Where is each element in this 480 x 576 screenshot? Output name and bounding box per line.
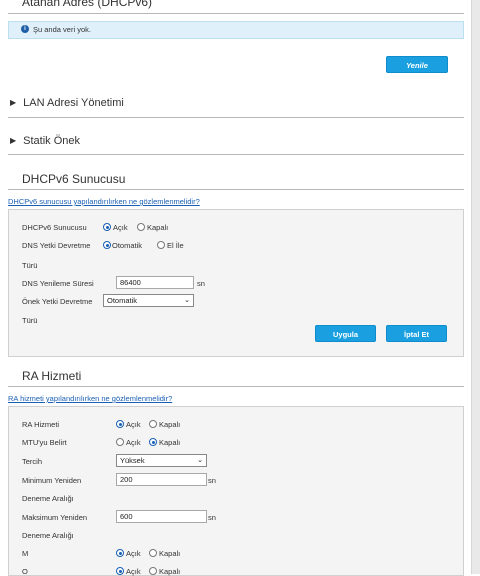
unit-label: sn [208, 476, 216, 485]
max-retry-input[interactable]: 600 [116, 510, 207, 523]
dns-type-label: Türü [22, 261, 38, 270]
radio-label: Kapalı [159, 420, 181, 429]
radio-label: Açık [126, 567, 141, 576]
dhcpv6-server-title: DHCPv6 Sunucusu [22, 172, 126, 186]
expand-arrow-icon: ▶ [10, 98, 17, 107]
mtu-label: MTU'yu Belirt [22, 438, 67, 447]
max-retry-label: Maksimum Yeniden [22, 513, 88, 522]
radio-label: Kapalı [159, 549, 181, 558]
page-scrollbar[interactable] [471, 0, 480, 574]
dns-delegation-label: DNS Yetki Devretme [22, 241, 91, 250]
radio-label: Kapalı [159, 567, 181, 576]
m-flag-label: M [22, 549, 29, 558]
max-retry-label-2: Deneme Aralığı [22, 531, 74, 540]
unit-label: sn [197, 279, 205, 288]
expand-arrow-icon: ▶ [10, 136, 17, 145]
no-data-info-box: i Şu anda veri yok. [8, 21, 464, 39]
refresh-button[interactable]: Yenile [386, 56, 448, 73]
static-prefix-toggle[interactable]: ▶ Statik Önek [10, 135, 80, 147]
preference-select[interactable]: Yüksek ⌄ [116, 454, 207, 467]
dhcpv6-help-link[interactable]: DHCPv6 sunucusu yapılandırılırken ne göz… [8, 197, 200, 206]
min-retry-label: Minimum Yeniden [22, 476, 82, 485]
divider [8, 13, 464, 14]
info-icon: i [21, 25, 29, 34]
radio-label: Otomatik [112, 241, 143, 250]
ra-service-off-radio[interactable] [149, 420, 157, 428]
o-flag-label: O [22, 567, 28, 576]
divider [8, 189, 464, 190]
radio-label: Açık [126, 438, 141, 447]
radio-label: Kapalı [147, 223, 169, 232]
prefix-delegation-label: Önek Yetki Devretme [22, 297, 93, 306]
ra-service-on-radio[interactable] [116, 420, 124, 428]
dns-renew-label: DNS Yenileme Süresi [22, 279, 94, 288]
dhcpv6-server-off-radio[interactable] [137, 223, 145, 231]
ra-help-link[interactable]: RA hizmeti yapılandırılırken ne gözlemle… [8, 394, 172, 403]
prefix-type-label: Türü [22, 316, 38, 325]
radio-label: Açık [113, 223, 128, 232]
select-value: Otomatik [107, 296, 138, 305]
dns-renew-input[interactable]: 86400 [116, 276, 194, 289]
divider [8, 154, 464, 155]
divider [8, 117, 464, 118]
chevron-down-icon: ⌄ [184, 297, 190, 304]
radio-label: Açık [126, 549, 141, 558]
dns-auto-radio[interactable] [103, 241, 111, 249]
radio-label: Kapalı [159, 438, 181, 447]
unit-label: sn [208, 513, 216, 522]
cancel-button[interactable]: İptal Et [386, 325, 447, 342]
apply-button[interactable]: Uygula [315, 325, 376, 342]
dhcpv6-server-label: DHCPv6 Sunucusu [22, 223, 87, 232]
prefix-type-select[interactable]: Otomatik ⌄ [103, 294, 194, 307]
ra-service-title: RA Hizmeti [22, 369, 82, 383]
ra-service-label: RA Hizmeti [22, 420, 60, 429]
collapsible-label: LAN Adresi Yönetimi [23, 97, 124, 109]
m-flag-off-radio[interactable] [149, 549, 157, 557]
radio-label: Açık [126, 420, 141, 429]
min-retry-label-2: Deneme Aralığı [22, 494, 74, 503]
assigned-address-title: Atanan Adres (DHCPv6) [22, 0, 153, 9]
chevron-down-icon: ⌄ [197, 457, 203, 464]
radio-label: El İle [167, 241, 184, 250]
mtu-off-radio[interactable] [149, 438, 157, 446]
lan-address-management-toggle[interactable]: ▶ LAN Adresi Yönetimi [10, 97, 124, 109]
ra-settings-panel [8, 406, 464, 576]
m-flag-on-radio[interactable] [116, 549, 124, 557]
min-retry-input[interactable]: 200 [116, 473, 207, 486]
collapsible-label: Statik Önek [23, 135, 81, 147]
preference-label: Tercih [22, 457, 43, 466]
divider [8, 386, 464, 387]
info-text: Şu anda veri yok. [33, 25, 91, 34]
mtu-on-radio[interactable] [116, 438, 124, 446]
select-value: Yüksek [120, 456, 145, 465]
dhcpv6-server-on-radio[interactable] [103, 223, 111, 231]
dns-manual-radio[interactable] [157, 241, 165, 249]
